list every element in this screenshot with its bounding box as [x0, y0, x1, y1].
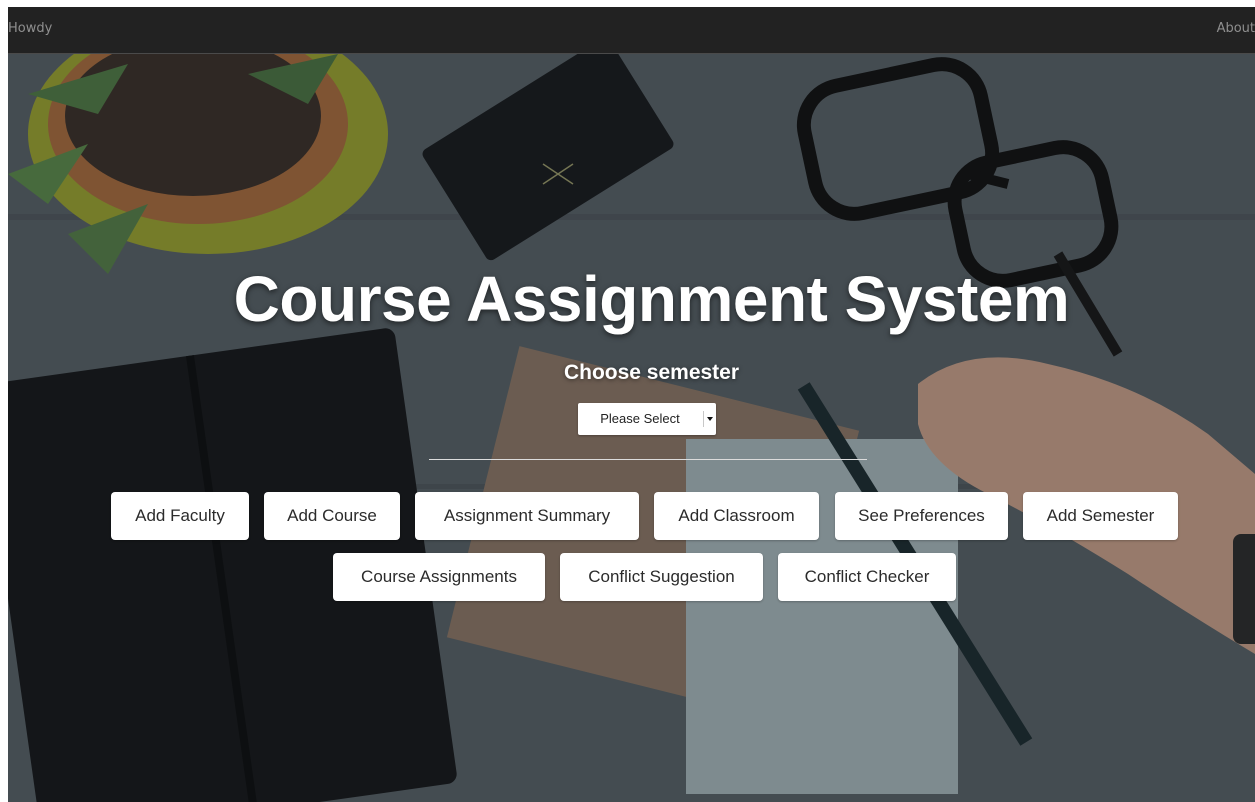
assignment-summary-button[interactable]: Assignment Summary	[415, 492, 639, 540]
section-divider	[429, 459, 867, 460]
semester-select[interactable]: Please Select	[578, 403, 716, 435]
top-navbar: Howdy About	[8, 7, 1255, 54]
add-classroom-button[interactable]: Add Classroom	[654, 492, 819, 540]
course-assignments-button[interactable]: Course Assignments	[333, 553, 545, 601]
conflict-checker-button[interactable]: Conflict Checker	[778, 553, 956, 601]
add-semester-button[interactable]: Add Semester	[1023, 492, 1178, 540]
semester-heading: Choose semester	[563, 361, 740, 384]
brand-link[interactable]: Howdy	[8, 20, 52, 38]
add-faculty-button[interactable]: Add Faculty	[111, 492, 249, 540]
semester-select-value: Please Select	[600, 411, 680, 426]
chevron-down-icon	[703, 411, 714, 427]
action-buttons-row-2: Course Assignments Conflict Suggestion C…	[8, 553, 1255, 603]
hero-section: Course Assignment System Choose semester…	[8, 54, 1255, 802]
add-course-button[interactable]: Add Course	[264, 492, 400, 540]
page-title: Course Assignment System	[233, 263, 1070, 335]
about-link[interactable]: About	[1217, 20, 1255, 38]
app-frame: Howdy About Course Assignment System Cho…	[8, 7, 1255, 802]
action-buttons-row-1: Add Faculty Add Course Assignment Summar…	[8, 492, 1255, 542]
conflict-suggestion-button[interactable]: Conflict Suggestion	[560, 553, 763, 601]
see-preferences-button[interactable]: See Preferences	[835, 492, 1008, 540]
